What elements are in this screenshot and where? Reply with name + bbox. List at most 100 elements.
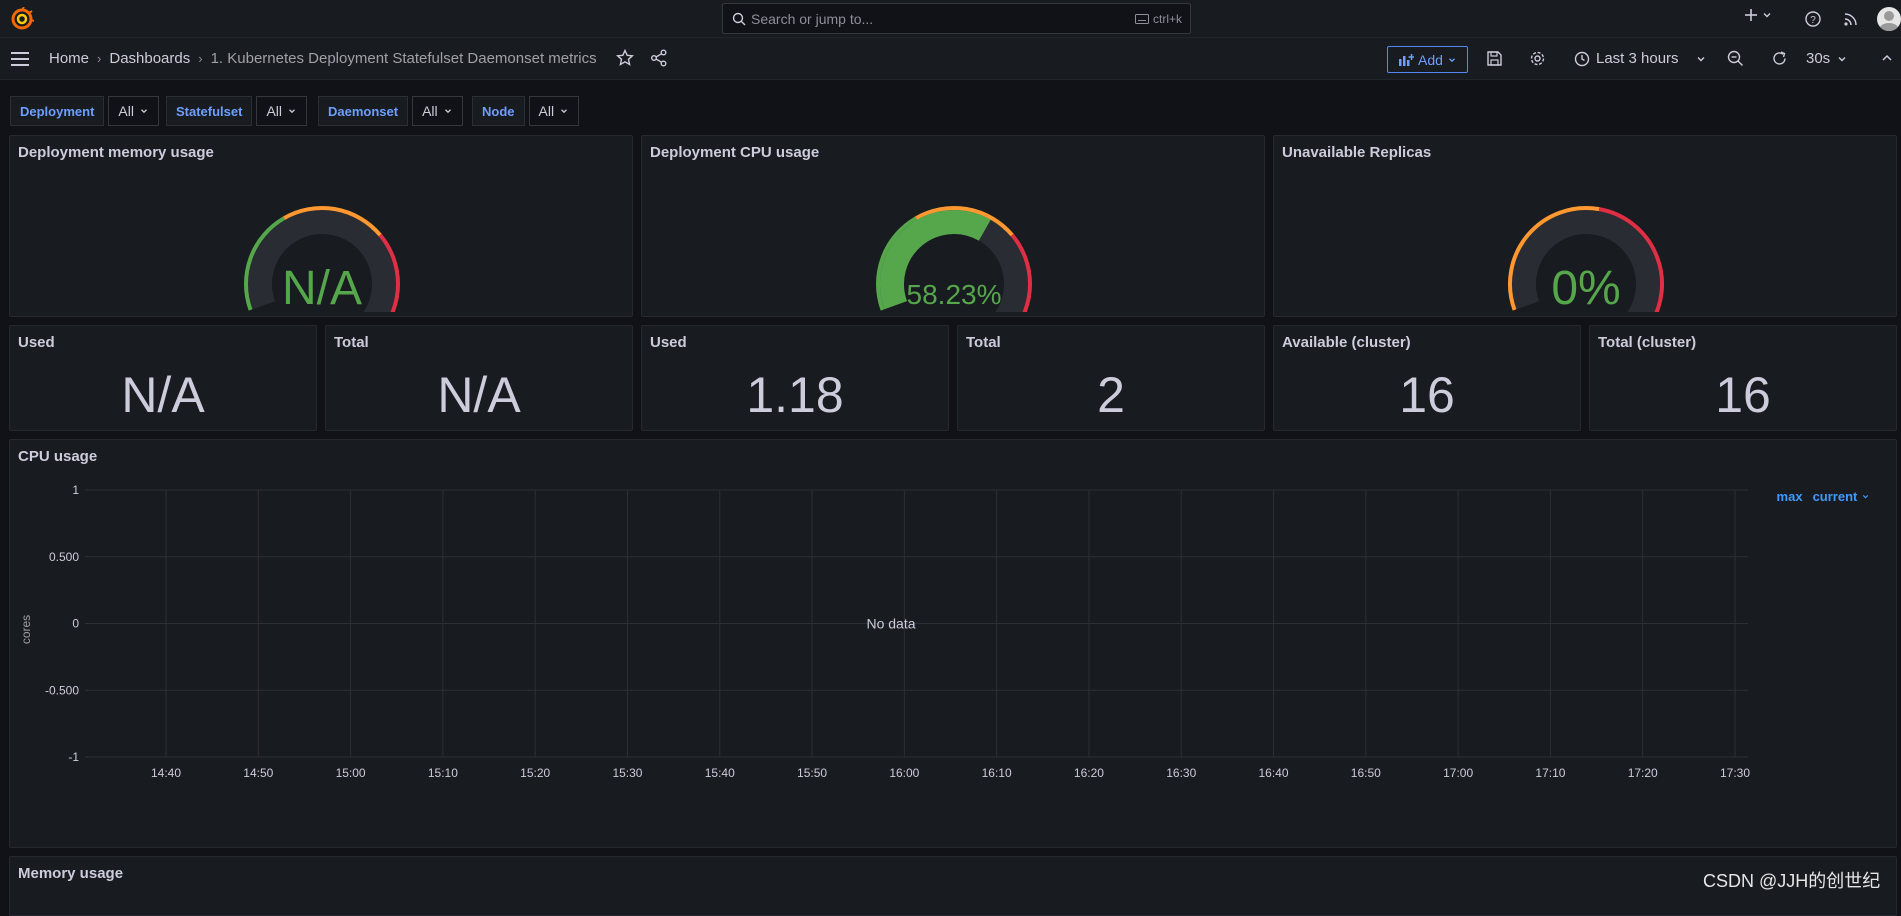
panel-deployment-cpu-usage[interactable]: Deployment CPU usage 58.23% <box>641 135 1265 317</box>
panel-cpu-total[interactable]: Total 2 <box>957 325 1265 431</box>
breadcrumb-home[interactable]: Home <box>49 50 89 67</box>
x-tick-label: 17:20 <box>1628 766 1658 780</box>
x-tick-label: 15:50 <box>797 766 827 780</box>
user-avatar[interactable] <box>1877 7 1901 31</box>
variable-select[interactable]: All <box>108 96 159 126</box>
refresh-interval-label: 30s <box>1806 50 1831 67</box>
x-tick-label: 15:30 <box>612 766 642 780</box>
x-tick-label: 15:40 <box>705 766 735 780</box>
variable-select[interactable]: All <box>412 96 463 126</box>
search-icon <box>732 12 746 26</box>
gauge-value: 0% <box>1551 262 1620 312</box>
panel-memory-used[interactable]: Used N/A <box>9 325 317 431</box>
variable-label: Deployment <box>10 96 105 126</box>
y-tick-label: 1 <box>72 483 79 497</box>
new-menu-button[interactable] <box>1744 8 1773 22</box>
x-tick-label: 15:20 <box>520 766 550 780</box>
y-tick-label: -1 <box>68 750 79 764</box>
star-icon[interactable] <box>616 49 634 67</box>
variable-value: All <box>118 103 134 119</box>
legend-current-button[interactable]: current <box>1813 489 1870 504</box>
y-tick-label: -0.500 <box>45 683 79 697</box>
x-tick-label: 16:00 <box>889 766 919 780</box>
dashboard-nav-bar: Home › Dashboards › 1. Kubernetes Deploy… <box>0 38 1901 80</box>
breadcrumb-separator: › <box>97 51 102 66</box>
grafana-logo-icon[interactable] <box>10 7 34 31</box>
shortcut-label: ctrl+k <box>1152 12 1182 26</box>
help-icon[interactable]: ? <box>1805 11 1821 27</box>
variable-value: All <box>422 103 438 119</box>
add-button[interactable]: Add <box>1387 46 1468 73</box>
chevron-down-icon <box>1763 13 1771 18</box>
panel-cpu-used[interactable]: Used 1.18 <box>641 325 949 431</box>
add-button-label: Add <box>1418 51 1443 68</box>
cpu-usage-chart: 1 0.500 0 -0.500 -1 14:40 14:50 15:00 15:10 15:20… <box>19 483 1750 780</box>
stat-value: N/A <box>121 367 205 423</box>
legend-current-label: current <box>1812 489 1858 504</box>
variable-label: Daemonset <box>318 96 409 126</box>
panel-unavailable-replicas[interactable]: Unavailable Replicas 0% <box>1273 135 1897 317</box>
top-bar: Search or jump to... ctrl+k ? <box>0 0 1901 38</box>
chevron-down-icon <box>1449 57 1455 62</box>
refresh-icon[interactable] <box>1771 50 1788 67</box>
time-range-label: Last 3 hours <box>1596 50 1679 67</box>
breadcrumb: Home › Dashboards › 1. Kubernetes Deploy… <box>49 50 597 67</box>
search-shortcut: ctrl+k <box>1134 12 1182 26</box>
panel-total-cluster[interactable]: Total (cluster) 16 <box>1589 325 1897 431</box>
gauge-value: 58.23% <box>907 279 1002 310</box>
chevron-down-icon <box>289 109 295 114</box>
time-range-picker[interactable]: Last 3 hours <box>1574 50 1707 67</box>
panel-title: Used <box>650 334 687 351</box>
variable-select[interactable]: All <box>528 96 580 126</box>
share-icon[interactable] <box>650 49 668 67</box>
x-tick-label: 16:20 <box>1074 766 1104 780</box>
panel-cpu-usage[interactable]: CPU usage 1 0.500 0 -0.500 -1 14:40 14:50 15:00… <box>9 439 1897 848</box>
zoom-out-icon[interactable] <box>1727 50 1744 67</box>
refresh-interval-picker[interactable]: 30s <box>1806 50 1848 67</box>
panel-deployment-memory-usage[interactable]: Deployment memory usage N/A <box>9 135 633 317</box>
save-icon[interactable] <box>1486 50 1503 67</box>
y-axis-label: cores <box>19 615 33 644</box>
variable-node: Node All <box>472 96 580 126</box>
panel-memory-usage[interactable]: Memory usage <box>9 856 1897 916</box>
stat-value: 1.18 <box>746 367 844 423</box>
variable-daemonset: Daemonset All <box>318 96 463 126</box>
chevron-down-icon <box>141 109 147 114</box>
variable-value: All <box>266 103 283 119</box>
panel-title: Unavailable Replicas <box>1282 144 1432 161</box>
chevron-down-icon <box>444 109 451 114</box>
x-tick-label: 14:40 <box>151 766 181 780</box>
stat-value: 16 <box>1715 367 1771 423</box>
panel-title: Available (cluster) <box>1282 334 1411 351</box>
y-tick-label: 0.500 <box>49 550 79 564</box>
variable-deployment: Deployment All <box>10 96 159 126</box>
gauge-chart: 58.23% <box>876 206 1032 312</box>
variable-select[interactable]: All <box>256 96 308 126</box>
chevron-up-icon[interactable] <box>1880 51 1894 65</box>
news-rss-icon[interactable] <box>1843 11 1859 27</box>
stat-value: N/A <box>437 367 521 423</box>
menu-icon[interactable] <box>10 50 30 68</box>
legend-max-button[interactable]: max <box>1777 489 1803 504</box>
x-tick-label: 15:00 <box>336 766 366 780</box>
legend-sort-buttons: max current <box>1777 489 1870 504</box>
panel-memory-total[interactable]: Total N/A <box>325 325 633 431</box>
breadcrumb-separator: › <box>198 51 203 66</box>
chevron-down-icon <box>1862 494 1869 499</box>
stat-value: 16 <box>1399 367 1455 423</box>
x-tick-label: 14:50 <box>243 766 273 780</box>
panel-available-cluster[interactable]: Available (cluster) 16 <box>1273 325 1581 431</box>
variable-label: Statefulset <box>166 96 253 126</box>
gauge-value: N/A <box>282 262 362 312</box>
search-input[interactable]: Search or jump to... ctrl+k <box>722 3 1191 34</box>
panel-title: Total (cluster) <box>1598 334 1697 351</box>
panel-title: Deployment memory usage <box>18 144 214 161</box>
settings-gear-icon[interactable] <box>1529 50 1546 67</box>
panel-title: Total <box>334 334 369 351</box>
chevron-down-icon <box>1697 56 1705 61</box>
panel-title: CPU usage <box>18 448 98 465</box>
gauge-chart: N/A <box>244 206 400 312</box>
x-tick-label: 16:40 <box>1259 766 1289 780</box>
breadcrumb-dashboards[interactable]: Dashboards <box>109 50 190 67</box>
y-tick-label: 0 <box>72 617 79 631</box>
